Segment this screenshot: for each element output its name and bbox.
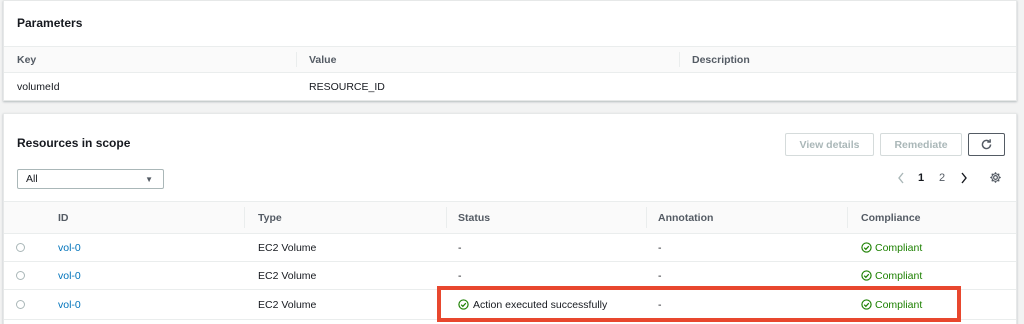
view-details-button[interactable]: View details <box>785 133 874 156</box>
resource-id-link[interactable]: vol-0 <box>58 290 81 319</box>
parameters-panel: Parameters Key Value Description volumeI… <box>3 0 1017 101</box>
compliance-status: Compliant <box>861 290 922 319</box>
compliance-status: Compliant <box>861 234 922 261</box>
caret-down-icon: ▼ <box>145 175 153 184</box>
page-1[interactable]: 1 <box>918 172 924 184</box>
check-circle-icon <box>458 299 469 310</box>
column-header-value: Value <box>309 53 337 66</box>
param-key: volumeId <box>17 81 60 93</box>
row-select-radio[interactable] <box>16 300 25 309</box>
compliance-label: Compliant <box>875 269 923 282</box>
remediate-button[interactable]: Remediate <box>880 133 962 156</box>
parameters-table-header: Key Value Description <box>4 46 1016 73</box>
column-header-description: Description <box>692 53 750 66</box>
resources-title: Resources in scope <box>17 136 131 150</box>
parameters-title: Parameters <box>17 16 83 30</box>
gear-icon[interactable] <box>989 171 1002 187</box>
table-row[interactable]: vol-0 EC2 Volume Action executed success… <box>4 290 1016 320</box>
row-select-radio[interactable] <box>16 243 25 252</box>
resources-panel: Resources in scope View details Remediat… <box>3 113 1017 324</box>
compliance-label: Compliant <box>875 241 923 254</box>
compliance-status: Compliant <box>861 262 922 289</box>
page-2[interactable]: 2 <box>939 172 945 184</box>
chevron-left-icon[interactable] <box>897 172 905 187</box>
column-header-type: Type <box>258 211 282 224</box>
param-value: RESOURCE_ID <box>309 81 385 93</box>
column-header-status: Status <box>458 211 491 224</box>
column-header-compliance: Compliance <box>861 211 921 224</box>
resource-status: Action executed successfully <box>458 290 607 319</box>
resource-annotation: - <box>658 269 662 282</box>
resource-id-link[interactable]: vol-0 <box>58 262 81 289</box>
check-circle-icon <box>861 270 872 281</box>
refresh-icon <box>981 139 992 150</box>
check-circle-icon <box>861 299 872 310</box>
column-header-id: ID <box>58 211 69 224</box>
column-header-annotation: Annotation <box>658 211 714 224</box>
resource-annotation: - <box>658 298 662 311</box>
resource-annotation: - <box>658 241 662 254</box>
check-circle-icon <box>861 242 872 253</box>
resource-type: EC2 Volume <box>258 298 317 311</box>
refresh-button[interactable] <box>968 133 1005 156</box>
status-label: Action executed successfully <box>473 298 608 311</box>
table-row[interactable]: vol-0 EC2 Volume - - Compliant <box>4 262 1016 290</box>
resource-status: - <box>458 269 462 282</box>
table-row[interactable]: vol-0 EC2 Volume - - Compliant <box>4 234 1016 262</box>
compliance-label: Compliant <box>875 298 923 311</box>
chevron-right-icon[interactable] <box>960 172 968 187</box>
resource-id-link[interactable]: vol-0 <box>58 234 81 261</box>
resource-type: EC2 Volume <box>258 241 317 254</box>
resource-type: EC2 Volume <box>258 269 317 282</box>
column-header-key: Key <box>17 53 37 66</box>
table-row: volumeId RESOURCE_ID <box>4 73 1016 101</box>
resource-status: - <box>458 241 462 254</box>
filter-select[interactable]: All ▼ <box>17 169 164 189</box>
row-select-radio[interactable] <box>16 271 25 280</box>
resources-table-header: ID Type Status Annotation Compliance <box>4 201 1016 234</box>
filter-select-value: All <box>26 173 38 185</box>
